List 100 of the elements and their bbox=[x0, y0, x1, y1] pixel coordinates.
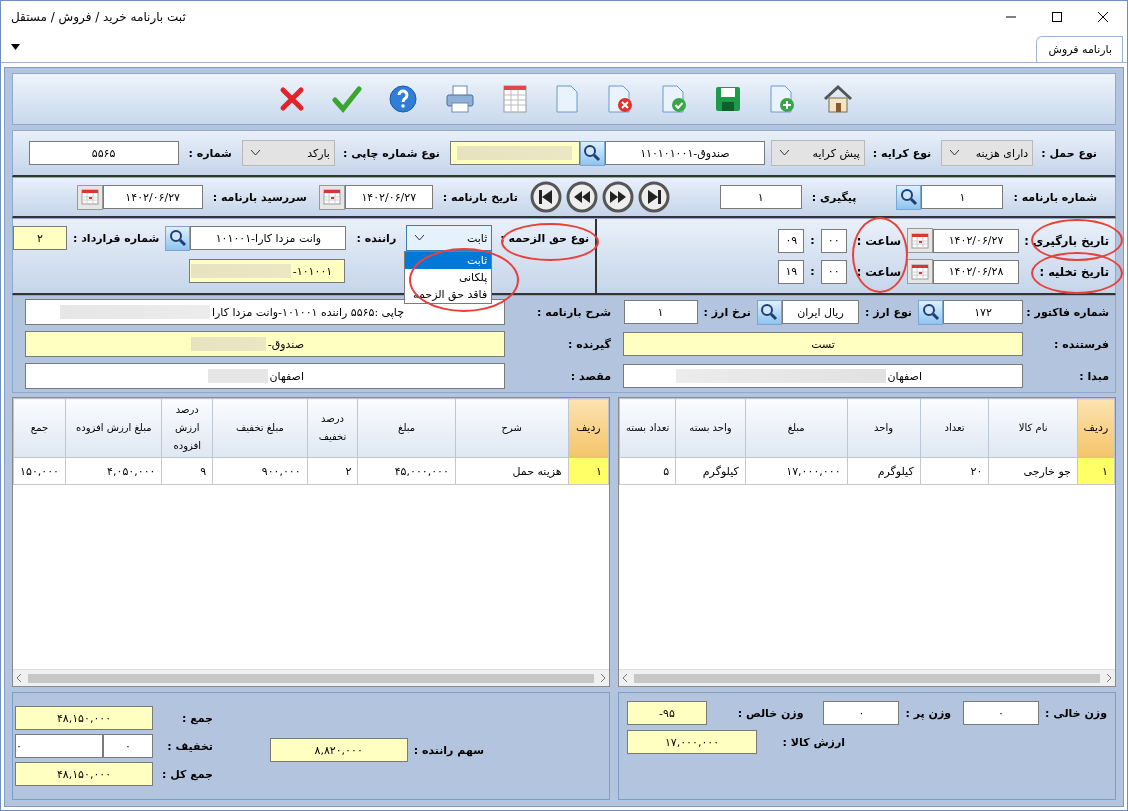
column-header[interactable]: مبلغ bbox=[357, 398, 456, 458]
field-label: نوع کرایه : bbox=[872, 146, 932, 160]
empty-weight-field[interactable]: ۰ bbox=[963, 701, 1040, 725]
column-header[interactable]: نام کالا bbox=[988, 398, 1078, 458]
printer-icon[interactable] bbox=[444, 84, 476, 114]
calendar-button[interactable] bbox=[318, 184, 345, 210]
scroll-right-icon[interactable] bbox=[600, 674, 606, 682]
column-header[interactable]: شرح bbox=[455, 398, 569, 458]
fee-type-dropdown[interactable]: ثابت bbox=[406, 225, 493, 251]
exchange-rate-field[interactable]: ۱ bbox=[623, 300, 698, 325]
date-field[interactable]: ۱۴۰۲/۰۶/۲۷ bbox=[344, 185, 433, 209]
carriage-type-dropdown[interactable]: دارای هزینه bbox=[941, 140, 1034, 166]
origin-field[interactable]: اصفهان bbox=[623, 364, 1023, 389]
add-document-icon[interactable] bbox=[768, 84, 796, 114]
date-field[interactable]: ۱۴۰۲/۰۶/۲۷ bbox=[933, 228, 1019, 253]
field-label: ساعت : bbox=[856, 264, 901, 279]
table-cell: کیلوگرم bbox=[675, 457, 746, 485]
date-field[interactable]: ۱۴۰۲/۰۶/۲۸ bbox=[933, 259, 1019, 284]
column-header[interactable]: مبلغ تخفیف bbox=[212, 398, 308, 458]
contract-number-field[interactable]: ۲ bbox=[13, 226, 67, 250]
tab[interactable]: بارنامه فروش bbox=[1035, 36, 1123, 62]
search-button[interactable] bbox=[579, 140, 605, 166]
check-icon[interactable] bbox=[332, 85, 362, 113]
account-field[interactable]: ۱۱۰۱۰۱۰۰۱-صندوق bbox=[604, 141, 765, 165]
field-label: ارزش کالا : bbox=[782, 735, 845, 749]
calendar-button[interactable] bbox=[907, 259, 933, 284]
hour-field[interactable]: ۱۹ bbox=[778, 259, 805, 284]
save-icon[interactable] bbox=[714, 85, 742, 113]
table-cell: ۴,۰۵۰,۰۰۰ bbox=[65, 457, 162, 485]
approved-document-icon[interactable] bbox=[660, 84, 688, 114]
hour-field[interactable]: ۰۹ bbox=[778, 228, 805, 253]
maximize-icon[interactable] bbox=[1051, 10, 1063, 23]
column-header[interactable]: تعداد بسته bbox=[619, 398, 676, 458]
column-header[interactable]: واحد bbox=[847, 398, 921, 458]
last-record-icon[interactable] bbox=[637, 181, 670, 213]
invoice-number-field[interactable]: ۱۷۲ bbox=[943, 300, 1023, 325]
horizontal-scrollbar[interactable] bbox=[13, 669, 609, 686]
scroll-right-icon[interactable] bbox=[1106, 674, 1112, 682]
driver-share-field[interactable]: ۸,۸۲۰,۰۰۰ bbox=[269, 738, 408, 762]
search-button[interactable] bbox=[918, 299, 943, 325]
driver-code-field[interactable]: ۱۰۱۰۰۱- bbox=[189, 259, 346, 283]
sum-field[interactable]: ۴۸,۱۵۰,۰۰۰ bbox=[15, 706, 153, 730]
field-label: پیگیری : bbox=[811, 190, 857, 204]
search-button[interactable] bbox=[896, 184, 922, 210]
delete-document-icon[interactable] bbox=[606, 84, 634, 114]
home-icon[interactable] bbox=[822, 84, 854, 114]
driver-code: ۱۰۱۰۰۱- bbox=[292, 264, 333, 278]
receiver-field[interactable]: صندوق- bbox=[25, 331, 505, 357]
number-field[interactable]: ۵۵۶۵ bbox=[28, 141, 179, 165]
waybill-number-field[interactable]: ۱ bbox=[921, 185, 1004, 209]
calendar-button[interactable] bbox=[76, 184, 103, 210]
help-icon[interactable] bbox=[388, 84, 418, 114]
full-weight-field[interactable]: ۰ bbox=[823, 701, 900, 725]
tracking-field[interactable]: ۱ bbox=[719, 185, 802, 209]
field-label: شماره قرارداد : bbox=[73, 231, 160, 245]
horizontal-scrollbar[interactable] bbox=[619, 669, 1115, 686]
scroll-left-icon[interactable] bbox=[622, 674, 628, 682]
chevron-down-icon bbox=[950, 150, 960, 156]
search-button[interactable] bbox=[756, 299, 782, 325]
column-header[interactable]: ردیف bbox=[568, 398, 609, 458]
scroll-left-icon[interactable] bbox=[16, 674, 22, 682]
column-header[interactable]: درصد تخفیف bbox=[307, 398, 358, 458]
search-button[interactable] bbox=[165, 225, 191, 251]
discount-amount-field[interactable]: ۰ bbox=[15, 734, 103, 758]
minute-field[interactable]: ۰۰ bbox=[820, 259, 847, 284]
field-label: تاریخ بارگیری : bbox=[1023, 233, 1109, 248]
date-field[interactable]: ۱۴۰۲/۰۶/۲۷ bbox=[102, 185, 203, 209]
driver-field[interactable]: ۱۰۱۰۰۱-وانت مزدا کارا bbox=[190, 226, 347, 250]
calendar-button[interactable] bbox=[907, 228, 933, 253]
minute-field[interactable]: ۰۰ bbox=[820, 228, 847, 253]
print-number-type-dropdown[interactable]: بارکد bbox=[241, 140, 335, 166]
dropdown-option[interactable]: ثابت bbox=[405, 252, 492, 269]
fare-type-dropdown[interactable]: پیش کرایه bbox=[770, 140, 865, 166]
next-record-icon[interactable] bbox=[601, 181, 634, 213]
first-record-icon[interactable] bbox=[529, 181, 562, 213]
grand-total-field[interactable]: ۴۸,۱۵۰,۰۰۰ bbox=[15, 762, 153, 786]
column-header[interactable]: مبلغ ارزش افزوده bbox=[65, 398, 162, 458]
currency-field[interactable]: ریال ایران bbox=[781, 300, 859, 325]
close-icon[interactable] bbox=[1097, 10, 1109, 23]
goods-value-field[interactable]: ۱۷,۰۰۰,۰۰۰ bbox=[627, 730, 757, 754]
field-label: سهم راننده : bbox=[413, 743, 484, 757]
table-cell: هزینه حمل bbox=[455, 457, 569, 485]
column-header[interactable]: درصد ارزش افزوده bbox=[161, 398, 213, 458]
time-separator: : bbox=[810, 265, 815, 278]
column-header[interactable]: مبلغ bbox=[745, 398, 848, 458]
discount-percent-field[interactable]: ۰ bbox=[103, 734, 153, 758]
column-header[interactable]: جمع bbox=[13, 398, 66, 458]
spreadsheet-icon[interactable] bbox=[502, 84, 528, 114]
dropdown-option[interactable]: پلکانی bbox=[405, 269, 492, 286]
field-label: نوع حمل : bbox=[1041, 146, 1097, 160]
caret-icon[interactable] bbox=[11, 44, 20, 50]
previous-record-icon[interactable] bbox=[565, 181, 598, 213]
column-header[interactable]: واحد بسته bbox=[675, 398, 746, 458]
column-header[interactable]: ردیف bbox=[1077, 398, 1115, 458]
column-header[interactable]: تعداد bbox=[920, 398, 989, 458]
account-name-field[interactable] bbox=[449, 141, 580, 165]
sender-field[interactable]: تست bbox=[623, 332, 1023, 357]
destination-field[interactable]: اصفهان bbox=[25, 363, 505, 389]
net-weight-field[interactable]: -۹۵ bbox=[627, 701, 707, 725]
field-label: راننده : bbox=[356, 231, 397, 245]
